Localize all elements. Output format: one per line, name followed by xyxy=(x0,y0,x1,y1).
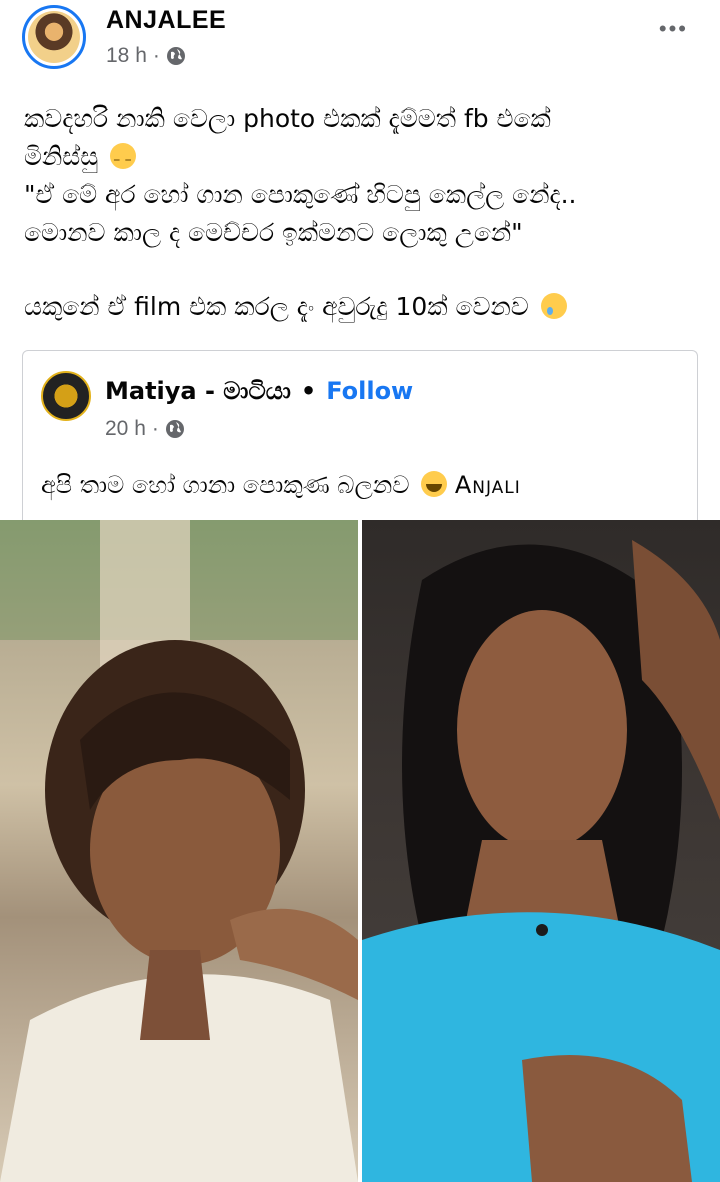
post-line-2-wrap: මිනිස්සු xyxy=(24,138,704,179)
laughing-emoji-icon xyxy=(421,471,448,497)
shared-meta: 20 h · xyxy=(105,417,185,441)
more-options-icon[interactable]: ••• xyxy=(659,16,688,42)
shared-post-card[interactable]: Matiya - මාටියා • Follow 20 h · අපි තාම හෝ… xyxy=(22,350,698,520)
page-name[interactable]: Matiya - මාටියා xyxy=(105,377,291,405)
photo-child[interactable] xyxy=(0,520,358,1182)
post-line-4: මොනව කාල ද මෙච්චර ඉක්මනට ලොකු උනේ" xyxy=(24,218,523,247)
follow-separator: • xyxy=(300,377,317,405)
shared-time[interactable]: 20 h xyxy=(105,417,146,441)
shared-page-header: Matiya - මාටියා • Follow xyxy=(105,377,413,405)
child-photo-illustration xyxy=(0,520,358,1182)
post-line-3: "ඒ මේ අර හෝ ගාන පොකුණේ හිටපු කෙල්ල නේද.. xyxy=(24,180,577,209)
shared-text-body: අපි තාම හෝ ගානා පොකුණ බලනව xyxy=(41,471,410,499)
adult-photo-illustration xyxy=(362,540,720,1182)
post-line-2: මිනිස්සු xyxy=(24,142,99,171)
post-line-5-wrap: යකුනේ ඒ film එක කරල දැං අවුරුදු 10ක් වෙන… xyxy=(24,288,704,326)
shared-globe-icon xyxy=(165,420,184,438)
mention-link[interactable]: Anjali xyxy=(455,471,521,499)
author-name[interactable]: ANJALEE xyxy=(106,6,226,35)
photo-collage[interactable] xyxy=(0,520,720,1182)
page-avatar[interactable] xyxy=(41,371,91,421)
expressionless-emoji-icon xyxy=(110,141,137,179)
globe-icon[interactable] xyxy=(166,46,186,66)
post-text: කවදහරි නාකි වෙලා photo එකක් දැම්මත් fb එ… xyxy=(24,100,704,326)
author-avatar[interactable] xyxy=(22,5,86,69)
post-time[interactable]: 18 h xyxy=(106,44,147,68)
meta-dot: · xyxy=(152,44,160,67)
post-header: ANJALEE 18 h · ••• xyxy=(0,0,720,90)
shared-meta-dot: · xyxy=(151,417,159,440)
avatar-image xyxy=(28,11,80,63)
follow-button[interactable]: Follow xyxy=(326,377,413,405)
post-meta: 18 h · xyxy=(106,44,186,68)
shared-text: අපි තාම හෝ ගානා පොකුණ බලනව Anjali xyxy=(41,471,521,499)
crying-emoji-icon xyxy=(540,293,567,319)
photo-adult[interactable] xyxy=(362,520,720,1182)
post-line-1: කවදහරි නාකි වෙලා photo එකක් දැම්මත් fb එ… xyxy=(24,104,551,133)
post-line-5: යකුනේ ඒ film එක කරල දැං අවුරුදු 10ක් වෙන… xyxy=(24,292,529,321)
